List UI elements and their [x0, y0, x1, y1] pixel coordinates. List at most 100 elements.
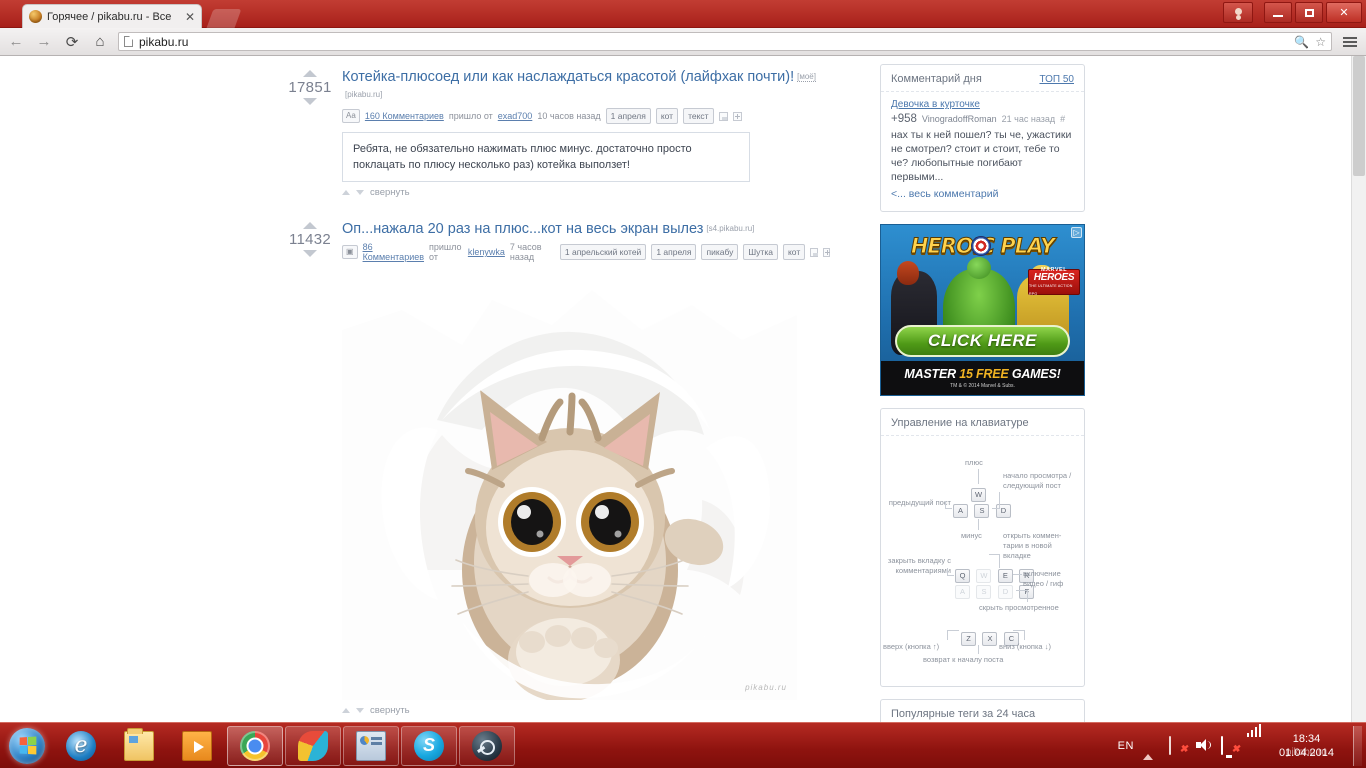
- post-title[interactable]: Котейка-плюсоед или как наслаждаться кра…: [342, 69, 794, 85]
- key-a-ghost: A: [955, 584, 970, 599]
- taskbar-item-opera[interactable]: [285, 725, 341, 766]
- key-a[interactable]: A: [953, 503, 968, 518]
- key-q[interactable]: Q: [955, 568, 970, 583]
- error-badge-icon: ✖: [1231, 744, 1240, 755]
- post-tag[interactable]: 1 апрельский котей: [559, 244, 647, 260]
- connector-line: [978, 645, 979, 654]
- post-tag[interactable]: кот: [782, 244, 806, 260]
- taskbar-item-steam[interactable]: [459, 725, 515, 766]
- downvote-icon[interactable]: [303, 98, 317, 105]
- comment-post-link[interactable]: Девочка в курточке: [891, 99, 1074, 110]
- upvote-icon[interactable]: [303, 70, 317, 77]
- network-signal-icon[interactable]: [1246, 724, 1264, 754]
- start-button[interactable]: [2, 725, 52, 767]
- comment-upvote-icon[interactable]: [342, 190, 350, 195]
- panel-header: Популярные теги за 24 часа: [881, 700, 1084, 722]
- volume-icon[interactable]: [1195, 737, 1212, 754]
- close-window-button[interactable]: ✕: [1326, 2, 1362, 23]
- close-icon[interactable]: ✕: [180, 10, 195, 24]
- post-quote-text: Ребята, не обязательно нажимать плюс мин…: [342, 132, 750, 182]
- new-tab-button[interactable]: [206, 9, 242, 28]
- post-tag[interactable]: кот: [655, 108, 679, 124]
- top50-link[interactable]: ТОП 50: [1039, 74, 1074, 85]
- post-title[interactable]: Оп...нажала 20 раз на плюс...кот на весь…: [342, 221, 703, 237]
- expand-post-icon[interactable]: [822, 247, 830, 257]
- key-x[interactable]: X: [982, 631, 998, 646]
- post-tag[interactable]: пикабу: [701, 244, 739, 260]
- collapse-link[interactable]: свернуть: [370, 705, 410, 716]
- badge-my: [моё]: [797, 72, 816, 82]
- post-comments-link[interactable]: 160 Комментариев: [365, 111, 444, 121]
- monitor-error-icon[interactable]: ✖: [1220, 736, 1240, 755]
- label-start-next: начало просмотра / следующий пост: [1003, 471, 1072, 490]
- scrollbar-thumb[interactable]: [1353, 56, 1365, 176]
- clock[interactable]: 18:34 01.04.2014 pikabu.ru: [1273, 732, 1340, 760]
- connector-line: [947, 630, 948, 640]
- downvote-icon[interactable]: [303, 250, 317, 257]
- sidebar: Комментарий дня ТОП 50 Девочка в курточк…: [880, 56, 1085, 722]
- post-comments-link[interactable]: 86 Комментариев: [363, 242, 424, 262]
- post-tag[interactable]: 1 апреля: [605, 108, 651, 124]
- comment-expand-link[interactable]: <... весь комментарий: [891, 188, 998, 200]
- taskbar: EN ✖ ✖ 18:34 01.04.2014 pikabu.ru: [0, 722, 1366, 768]
- language-indicator[interactable]: EN: [1118, 740, 1134, 752]
- post-author-link[interactable]: klenywka: [468, 247, 505, 257]
- zoom-icon[interactable]: 🔍: [1294, 35, 1309, 49]
- maximize-button[interactable]: [1295, 2, 1323, 23]
- show-desktop-button[interactable]: [1353, 725, 1362, 766]
- collapse-link[interactable]: свернуть: [370, 187, 410, 198]
- chrome-menu-button[interactable]: [1340, 32, 1360, 52]
- home-button[interactable]: ⌂: [90, 32, 110, 52]
- comment-author[interactable]: VinogradoffRoman: [922, 114, 997, 124]
- post-tag[interactable]: Шутка: [743, 244, 778, 260]
- show-hidden-icons-button[interactable]: [1142, 737, 1160, 760]
- taskbar-item-internet-explorer[interactable]: [53, 726, 109, 766]
- action-center-flag-icon[interactable]: ✖: [1168, 736, 1188, 755]
- window-controls: ✕: [1223, 2, 1362, 23]
- post-meta: Аа 160 Комментариев пришло от exad700 10…: [342, 108, 830, 124]
- ad-click-here-button[interactable]: CLICK HERE: [895, 325, 1070, 357]
- reload-button[interactable]: ⟳: [62, 32, 82, 52]
- taskbar-item-google-chrome[interactable]: [227, 725, 283, 766]
- user-account-button[interactable]: [1223, 2, 1253, 23]
- star-icon[interactable]: ☆: [1315, 35, 1326, 49]
- comment-downvote-icon[interactable]: [356, 190, 364, 195]
- key-w[interactable]: W: [971, 487, 986, 502]
- comment-upvote-icon[interactable]: [342, 708, 350, 713]
- ad-footer-highlight: 15 FREE: [959, 367, 1009, 381]
- post-author-link[interactable]: exad700: [498, 111, 533, 121]
- expand-post-icon[interactable]: [732, 111, 742, 121]
- post-rating: 11432: [288, 231, 332, 248]
- chevron-up-icon: [1142, 737, 1153, 760]
- save-post-icon[interactable]: [718, 111, 728, 121]
- taskbar-item-skype[interactable]: [401, 725, 457, 766]
- ad-footer-line: MASTER 15 FREE GAMES!: [904, 367, 1060, 381]
- upvote-icon[interactable]: [303, 222, 317, 229]
- vertical-scrollbar[interactable]: [1351, 56, 1366, 722]
- key-e[interactable]: E: [997, 568, 1013, 583]
- browser-window: Горячее / pikabu.ru - Все ✕ ✕ ← → ⟳ ⌂ pi…: [0, 0, 1366, 722]
- browser-tab[interactable]: Горячее / pikabu.ru - Все ✕: [22, 4, 202, 28]
- back-button[interactable]: ←: [6, 32, 26, 52]
- key-s[interactable]: S: [974, 503, 990, 518]
- post-body: Оп...нажала 20 раз на плюс...кот на весь…: [342, 220, 830, 716]
- comment-downvote-icon[interactable]: [356, 708, 364, 713]
- taskbar-item-file-explorer[interactable]: [111, 726, 167, 766]
- taskbar-item-control-panel[interactable]: [343, 725, 399, 766]
- control-panel-icon: [356, 730, 386, 761]
- ad-banner[interactable]: ▷ HEROIC PLAY MARVEL HEROES THE ULTIMATE…: [880, 224, 1085, 396]
- post-tag[interactable]: текст: [683, 108, 714, 124]
- screenshot-watermark: pikabu.ru: [1285, 746, 1328, 758]
- post-tag[interactable]: 1 апреля: [651, 244, 697, 260]
- comment-anchor-link[interactable]: #: [1060, 114, 1065, 124]
- post-feed: 17851 Котейка-плюсоед или как наслаждать…: [285, 56, 830, 722]
- key-z[interactable]: Z: [961, 631, 976, 646]
- forward-button[interactable]: →: [34, 32, 54, 52]
- save-post-icon[interactable]: [810, 247, 819, 257]
- taskbar-item-media-player[interactable]: [169, 726, 225, 766]
- post-image[interactable]: pikabu.ru: [342, 270, 797, 700]
- badge-source: [pikabu.ru]: [345, 90, 383, 99]
- post-time: 7 часов назад: [509, 242, 542, 262]
- minimize-button[interactable]: [1264, 2, 1292, 23]
- address-bar[interactable]: pikabu.ru 🔍 ☆: [118, 32, 1332, 51]
